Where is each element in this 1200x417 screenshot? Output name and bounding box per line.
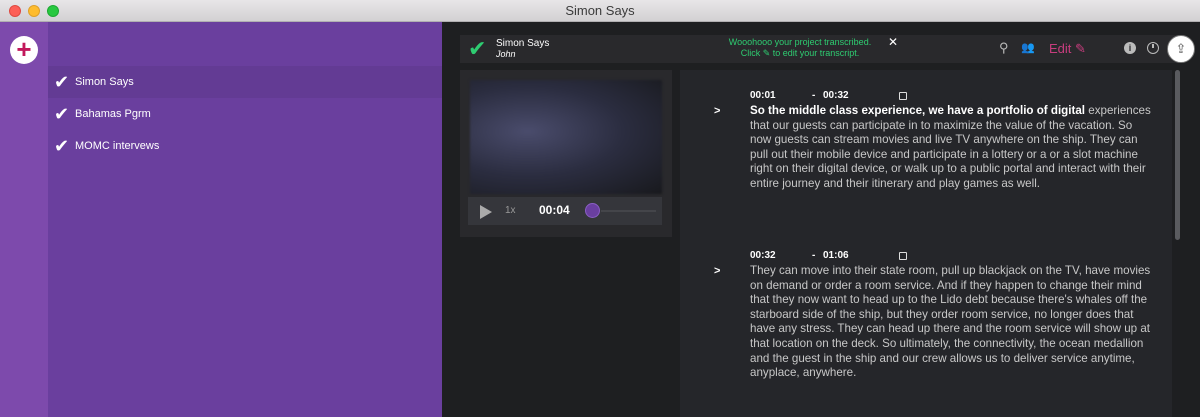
users-icon[interactable]: 👥 xyxy=(1021,40,1035,56)
project-item[interactable]: ✔ MOMC intervews xyxy=(48,130,442,162)
project-header: ✔ Simon Says John Wooohooo your project … xyxy=(460,35,1180,63)
note-icon[interactable] xyxy=(899,92,907,100)
close-icon[interactable]: ✕ xyxy=(888,35,898,49)
share-button[interactable]: ⇪ xyxy=(1167,35,1195,63)
project-list: ✔ Simon Says ✔ Bahamas Pgrm ✔ MOMC inter… xyxy=(48,22,442,417)
media-player: 1x 00:04 xyxy=(460,70,672,237)
progress-track[interactable] xyxy=(601,210,656,212)
progress-knob[interactable] xyxy=(585,203,600,218)
scrollbar-thumb[interactable] xyxy=(1175,70,1180,240)
project-item[interactable]: ✔ Simon Says xyxy=(48,66,442,98)
project-name: Simon Says xyxy=(75,76,134,88)
project-name: MOMC intervews xyxy=(75,140,160,152)
player-controls: 1x 00:04 xyxy=(468,197,662,225)
playback-speed[interactable]: 1x xyxy=(505,205,516,216)
segment-dash: - xyxy=(812,250,816,261)
main-area: ✔ Simon Says John Wooohooo your project … xyxy=(442,22,1200,417)
window-title: Simon Says xyxy=(565,3,635,18)
play-segment-arrow[interactable]: > xyxy=(714,265,720,277)
segment-end-time[interactable]: 01:06 xyxy=(823,250,849,261)
notice-line: Wooohooo your project transcribed. xyxy=(728,37,872,47)
current-time: 00:04 xyxy=(539,203,570,217)
search-icon[interactable]: ⚲ xyxy=(999,40,1009,56)
project-title: Simon Says xyxy=(496,38,550,49)
segment-dash: - xyxy=(812,90,816,101)
checkmark-icon: ✔ xyxy=(54,104,70,124)
project-name: Bahamas Pgrm xyxy=(75,108,151,120)
segment-start-time[interactable]: 00:32 xyxy=(750,250,776,261)
left-rail: + xyxy=(0,22,48,417)
checkmark-icon: ✔ xyxy=(54,136,70,156)
transcript-panel: 00:01 - 00:32 > So the middle class expe… xyxy=(680,70,1172,417)
video-preview[interactable] xyxy=(470,80,662,194)
project-item[interactable]: ✔ Bahamas Pgrm xyxy=(48,98,442,130)
segment-end-time[interactable]: 00:32 xyxy=(823,90,849,101)
edit-button[interactable]: Edit ✎ xyxy=(1049,41,1086,57)
transcribed-notice: Wooohooo your project transcribed. Click… xyxy=(700,37,900,59)
segment-text[interactable]: They can move into their state room, pul… xyxy=(750,264,1155,381)
segment-start-time[interactable]: 00:01 xyxy=(750,90,776,101)
checkmark-icon: ✔ xyxy=(54,72,70,92)
play-segment-arrow[interactable]: > xyxy=(714,105,720,117)
transcript-scrollbar[interactable] xyxy=(1173,70,1181,417)
segment-highlight: So the middle class experience, we have … xyxy=(750,104,1086,117)
project-user: John xyxy=(496,49,516,59)
notice-line: Click ✎ to edit your transcript. xyxy=(740,48,860,58)
clock-icon[interactable] xyxy=(1147,42,1159,54)
zoom-window-button[interactable] xyxy=(47,5,59,17)
minimize-window-button[interactable] xyxy=(28,5,40,17)
segment-text[interactable]: So the middle class experience, we have … xyxy=(750,104,1155,192)
checkmark-icon: ✔ xyxy=(468,36,487,61)
title-bar: Simon Says xyxy=(0,0,1200,22)
info-icon[interactable]: i xyxy=(1124,42,1136,54)
play-icon[interactable] xyxy=(480,205,492,219)
close-window-button[interactable] xyxy=(9,5,21,17)
note-icon[interactable] xyxy=(899,252,907,260)
add-project-button[interactable]: + xyxy=(10,36,38,64)
